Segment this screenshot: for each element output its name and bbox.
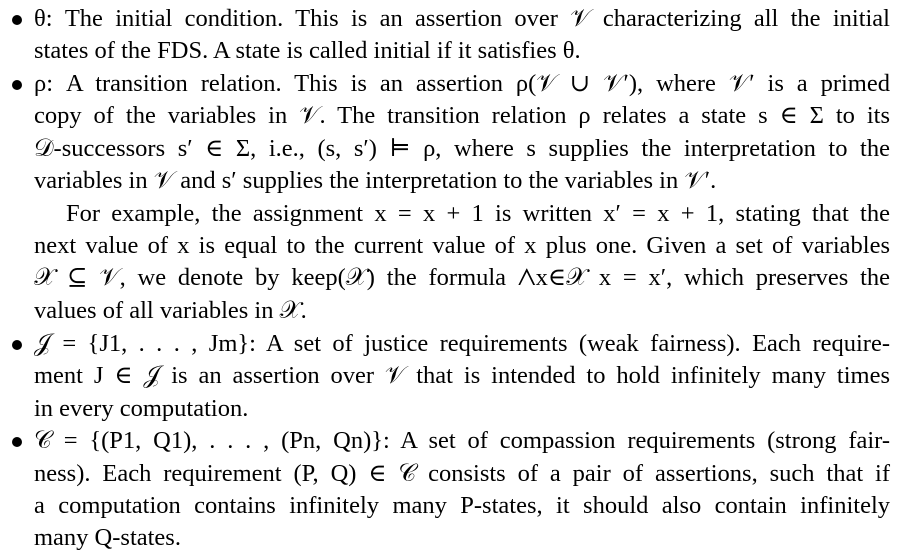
line-text: For example, the assignment x = x + 1 is… <box>66 200 890 227</box>
line-text: copy of the variables in 𝒱. The transiti… <box>34 102 890 129</box>
line-text: θ: The initial condition. This is an ass… <box>34 5 890 32</box>
line-text: values of all variables in 𝒳. <box>34 297 307 324</box>
line-text: 𝒳 ⊆ 𝒱, we denote by keep(𝒳) the formula … <box>34 264 890 291</box>
bullet-marker <box>12 15 22 25</box>
line-text: ment J ∈ 𝒥 is an assertion over 𝒱 that i… <box>34 362 890 389</box>
line-text: a computation contains infinitely many P… <box>34 492 890 519</box>
line-text: 𝒟-successors s′ ∈ Σ, i.e., (s, s′) ⊨ ρ, … <box>34 135 890 162</box>
document-page: θ: The initial condition. This is an ass… <box>0 0 901 556</box>
line-text: 𝒞 = {(P1, Q1), . . . , (Pn, Qn)}: A set … <box>34 427 890 454</box>
line-text: in every computation. <box>34 395 249 422</box>
line-text: ness). Each requirement (P, Q) ∈ 𝒞 consi… <box>34 460 890 487</box>
bullet-marker <box>12 340 22 350</box>
bullet-marker <box>12 80 22 90</box>
line-text: 𝒥 = {J1, . . . , Jm}: A set of justice r… <box>34 330 890 357</box>
line-text: states of the FDS. A state is called ini… <box>34 37 581 64</box>
line-text: variables in 𝒱 and s′ supplies the inter… <box>34 167 717 194</box>
line-text: next value of x is equal to the current … <box>34 232 890 259</box>
line-text: many Q-states. <box>34 524 181 551</box>
line-text: ρ: A transition relation. This is an ass… <box>34 70 890 97</box>
bullet-marker <box>12 437 22 447</box>
